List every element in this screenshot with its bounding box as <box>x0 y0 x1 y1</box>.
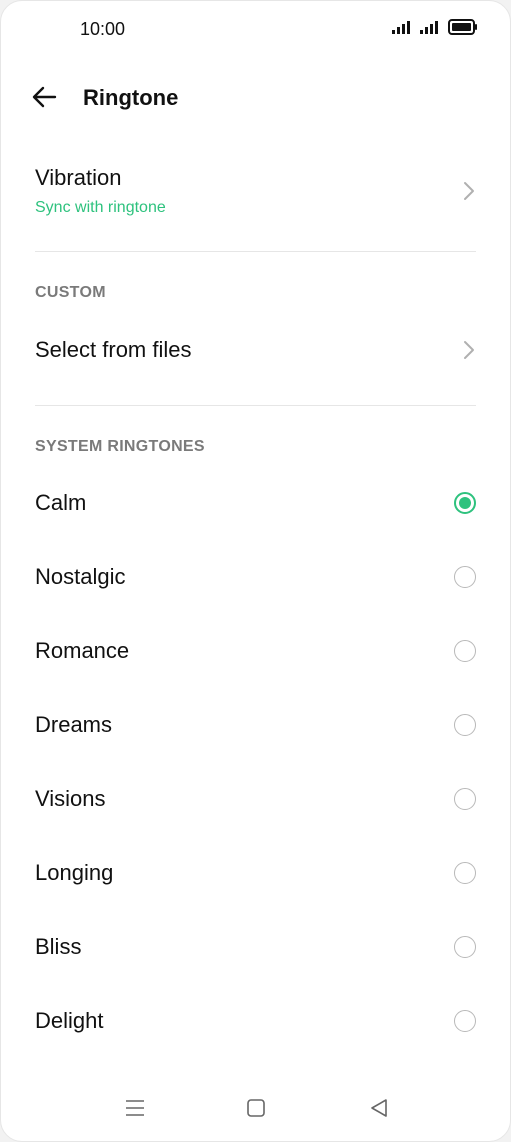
ringtone-item[interactable]: Dreams <box>35 706 476 744</box>
section-header-system-ringtones: SYSTEM RINGTONES <box>35 438 205 455</box>
status-time: 10:00 <box>80 19 126 39</box>
home-icon[interactable] <box>247 1099 265 1117</box>
ringtone-label: Romance <box>35 638 130 663</box>
divider <box>35 405 476 406</box>
vibration-subtitle: Sync with ringtone <box>35 199 166 216</box>
ringtone-label: Delight <box>35 1008 104 1033</box>
radio-unchecked[interactable] <box>454 788 476 810</box>
ringtone-item[interactable]: Visions <box>35 780 476 818</box>
section-header-custom: CUSTOM <box>35 284 106 301</box>
radio-unchecked[interactable] <box>454 862 476 884</box>
menu-icon[interactable] <box>125 1099 145 1117</box>
vibration-row[interactable]: Vibration Sync with ringtone <box>35 159 476 223</box>
vibration-label: Vibration <box>35 165 122 190</box>
page-title: Ringtone <box>83 85 179 110</box>
ringtone-item[interactable]: Longing <box>35 854 476 892</box>
radio-unchecked[interactable] <box>454 936 476 958</box>
ringtone-item[interactable]: Nostalgic <box>35 558 476 596</box>
select-from-files-row[interactable]: Select from files <box>35 331 476 369</box>
ringtone-label: Longing <box>35 860 114 885</box>
radio-checked[interactable] <box>454 492 476 514</box>
ringtone-label: Bliss <box>35 934 82 959</box>
chevron-right-icon <box>464 341 474 359</box>
select-from-files-label: Select from files <box>35 337 192 362</box>
status-bar: 10:00 <box>1 1 510 57</box>
chevron-right-icon <box>464 182 474 200</box>
back-triangle-icon[interactable] <box>370 1099 388 1117</box>
signal-icon-2 <box>420 21 438 34</box>
ringtone-item[interactable]: Calm <box>35 484 476 522</box>
ringtone-label: Nostalgic <box>35 564 126 589</box>
radio-unchecked[interactable] <box>454 714 476 736</box>
ringtone-item[interactable]: Romance <box>35 632 476 670</box>
status-icons <box>392 19 478 35</box>
ringtone-item[interactable]: Bliss <box>35 928 476 966</box>
screen: 10:00 Ringtone Vibration Sync with ringt… <box>0 0 511 1142</box>
app-bar: Ringtone <box>1 73 510 121</box>
radio-unchecked[interactable] <box>454 640 476 662</box>
arrow-left-icon <box>32 86 57 108</box>
battery-icon <box>448 19 477 35</box>
radio-unchecked[interactable] <box>454 1010 476 1032</box>
radio-unchecked[interactable] <box>454 566 476 588</box>
navigation-bar <box>1 1077 510 1141</box>
divider <box>35 251 476 252</box>
signal-icon <box>392 21 410 34</box>
ringtone-item[interactable]: Delight <box>35 1002 476 1040</box>
ringtone-label: Visions <box>35 786 106 811</box>
back-button[interactable] <box>29 83 61 111</box>
ringtone-label: Dreams <box>35 712 113 737</box>
ringtone-label: Calm <box>35 490 87 515</box>
